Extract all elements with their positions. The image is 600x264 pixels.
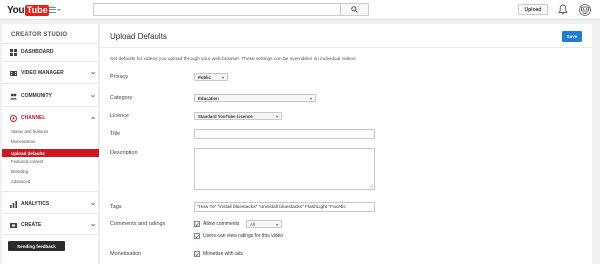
logo-you: You — [7, 4, 25, 16]
dropdown-caret-icon — [276, 223, 278, 226]
sidebar-item-label: ANALYTICS — [21, 201, 50, 207]
resize-handle-icon[interactable] — [369, 184, 373, 188]
account-avatar[interactable] — [579, 4, 591, 16]
sidebar-subitem-upload-defaults[interactable]: Upload defaults — [2, 149, 99, 157]
sidebar-divider — [2, 234, 99, 235]
comments-ratings-label: Comments and ratings — [110, 221, 166, 227]
description-label: Description — [110, 150, 138, 156]
save-button[interactable]: Save — [562, 31, 582, 42]
sidebar-divider — [2, 61, 99, 62]
chevron-up-icon — [91, 116, 95, 120]
sidebar-item-video-manager[interactable]: VIDEO MANAGER — [10, 68, 95, 78]
logo-tube: Tube — [25, 4, 50, 16]
panel-divider — [100, 47, 592, 48]
sidebar-item-create[interactable]: CREATE — [10, 220, 95, 230]
sidebar-divider — [2, 191, 99, 192]
notifications-bell-icon[interactable] — [558, 4, 568, 15]
allow-comments-label: Allow comments — [203, 221, 240, 227]
category-dropdown[interactable]: Education — [194, 94, 316, 102]
send-feedback-button[interactable]: Sending feedback — [8, 241, 65, 251]
sidebar-item-label: CREATE — [21, 222, 42, 228]
chevron-down-icon — [91, 71, 95, 75]
sidebar-divider — [2, 213, 99, 214]
checkmark-icon — [195, 222, 199, 226]
guide-menu-button[interactable] — [49, 5, 63, 15]
sidebar-item-label: VIDEO MANAGER — [21, 70, 64, 76]
channel-icon — [10, 114, 17, 122]
category-value: Education — [198, 95, 219, 101]
dropdown-caret-icon — [310, 97, 312, 100]
description-textarea[interactable] — [194, 148, 375, 190]
monetise-ads-label: Monetise with ads — [203, 251, 244, 257]
sidebar-divider — [2, 43, 99, 44]
search-icon — [351, 6, 358, 13]
sidebar-divider — [2, 83, 99, 84]
sidebar-item-analytics[interactable]: ANALYTICS — [10, 199, 95, 209]
upload-defaults-panel: Upload Defaults Save Set defaults for vi… — [100, 24, 592, 264]
allow-comments-checkbox[interactable] — [194, 221, 200, 227]
dropdown-caret-icon — [222, 76, 224, 79]
sidebar-item-label: CHANNEL — [21, 115, 46, 121]
create-icon — [10, 222, 17, 229]
sidebar-item-community[interactable]: COMMUNITY — [10, 91, 95, 101]
title-label: Title — [110, 131, 121, 137]
category-label: Category — [110, 95, 133, 101]
sidebar-title: CREATOR STUDIO — [11, 32, 68, 38]
sidebar-subitem-advanced[interactable]: Advanced — [11, 179, 30, 184]
upload-button[interactable]: Upload — [518, 4, 548, 15]
chevron-down-icon — [91, 202, 95, 206]
sidebar-subitem-status[interactable]: Status and features — [11, 129, 48, 134]
video-manager-icon — [10, 70, 17, 77]
tags-label: Tags — [110, 204, 122, 210]
sidebar-subitem-featured[interactable]: Featured content — [11, 159, 44, 164]
licence-dropdown[interactable]: Standard YouTube Licence — [194, 112, 282, 120]
chevron-down-icon — [91, 94, 95, 98]
allow-comments-dropdown[interactable]: All — [246, 220, 282, 228]
page-title: Upload Defaults — [110, 32, 167, 41]
checkmark-icon — [195, 252, 199, 256]
checkmark-icon — [195, 234, 199, 238]
youtube-logo[interactable]: You Tube CA — [7, 4, 54, 16]
licence-label: Licence — [110, 113, 129, 119]
menu-icon — [49, 7, 56, 13]
top-header: You Tube CA Upload — [0, 0, 600, 20]
sidebar-item-label: DASHBOARD — [21, 49, 54, 55]
sidebar-item-label: COMMUNITY — [21, 93, 52, 99]
licence-value: Standard YouTube Licence — [198, 113, 253, 119]
privacy-dropdown[interactable]: Public — [194, 73, 228, 81]
allow-comments-value: All — [250, 221, 255, 227]
view-ratings-label: Users can view ratings for this video — [203, 233, 284, 239]
dashboard-icon — [10, 48, 17, 56]
sidebar-divider — [2, 106, 99, 107]
page-description: Set defaults for videos you upload throu… — [110, 57, 357, 62]
analytics-icon — [10, 200, 17, 208]
privacy-value: Public — [198, 74, 211, 80]
title-input[interactable] — [194, 129, 375, 139]
chevron-down-icon — [91, 223, 95, 227]
monetise-ads-checkbox[interactable] — [194, 251, 200, 257]
sidebar-subitem-branding[interactable]: Branding — [11, 169, 28, 174]
search-input[interactable] — [93, 3, 369, 16]
privacy-label: Privacy — [110, 74, 129, 80]
sidebar-subitem-label: Upload defaults — [11, 150, 45, 156]
sidebar-subitem-monetisation[interactable]: Monetisation — [11, 139, 35, 144]
sidebar-item-dashboard[interactable]: DASHBOARD — [10, 47, 54, 57]
dropdown-caret-icon — [276, 115, 278, 118]
search-button[interactable] — [340, 3, 369, 16]
community-icon — [10, 93, 17, 100]
chevron-down-icon — [57, 9, 61, 11]
tags-input[interactable]: "How To" "install bluestacks" "uninstall… — [194, 202, 375, 212]
sidebar-item-channel[interactable]: CHANNEL — [10, 113, 95, 123]
view-ratings-checkbox[interactable] — [194, 233, 200, 239]
monetisation-label: Monetisation — [110, 251, 142, 257]
creator-studio-sidebar: CREATOR STUDIO DASHBOARD VIDEO MANAGER C… — [2, 24, 99, 264]
